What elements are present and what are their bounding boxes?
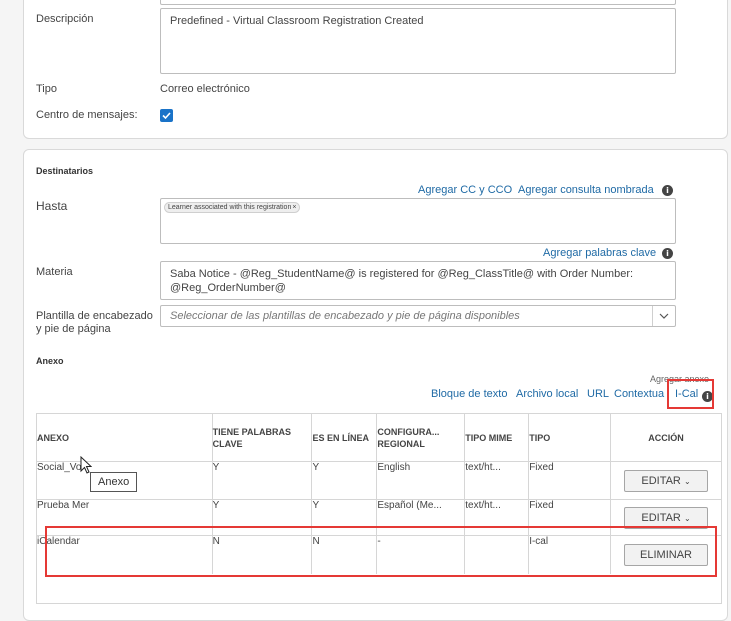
subject-value: Saba Notice - @Reg_StudentName@ is regis…	[170, 268, 634, 294]
info-icon: i	[662, 185, 673, 196]
attachment-link-contextual[interactable]: Contextua	[614, 388, 664, 400]
column-header-regional: CONFIGURA... REGIONAL	[376, 413, 466, 462]
to-label: Hasta	[36, 199, 68, 213]
ical-row-highlight-box	[45, 526, 717, 577]
chevron-down-icon: ⌄	[683, 513, 691, 523]
remove-icon[interactable]: ×	[292, 204, 296, 211]
subject-field[interactable]: Saba Notice - @Reg_StudentName@ is regis…	[160, 261, 676, 300]
attachment-link-url[interactable]: URL	[587, 388, 609, 400]
template-select[interactable]: Seleccionar de las plantillas de encabez…	[160, 305, 676, 327]
template-placeholder: Seleccionar de las plantillas de encabez…	[170, 310, 520, 322]
tipo-label: Tipo	[36, 83, 57, 95]
chevron-down-icon: ⌄	[683, 476, 691, 486]
add-cc-bcc-link[interactable]: Agregar CC y CCO	[418, 184, 512, 196]
add-named-query-link[interactable]: Agregar consulta nombrada	[518, 184, 654, 196]
mouse-pointer-icon	[80, 456, 92, 474]
table-row: Social_Vo Y Y English text/ht... Fixed E…	[36, 461, 722, 500]
description-label: Descripción	[36, 13, 94, 25]
column-header-attachment: ANEXO	[36, 413, 213, 462]
cell-online: Y	[311, 461, 378, 500]
recipient-chip[interactable]: Learner associated with this registratio…	[164, 202, 301, 213]
to-field[interactable]: Learner associated with this registratio…	[160, 198, 676, 244]
column-header-type: TIPO	[528, 413, 612, 462]
column-header-action: ACCIÓN	[610, 413, 722, 462]
subject-label: Materia	[36, 266, 73, 278]
column-header-is-online: ES EN LÍNEA	[311, 413, 378, 462]
edit-button-label: EDITAR	[641, 474, 681, 487]
cell-mime: text/ht...	[464, 461, 530, 500]
attachment-link-local-file[interactable]: Archivo local	[516, 388, 578, 400]
ical-highlight-box	[667, 379, 714, 409]
column-header-mime-type: TIPO MIME	[464, 413, 530, 462]
edit-button[interactable]: EDITAR ⌄	[624, 469, 709, 492]
description-field[interactable]: Predefined - Virtual Classroom Registrat…	[160, 8, 676, 74]
message-center-label: Centro de mensajes:	[36, 109, 138, 121]
attachment-link-text-block[interactable]: Bloque de texto	[431, 388, 507, 400]
tooltip-text: Anexo	[98, 476, 130, 488]
cell-keywords: Y	[211, 461, 313, 500]
attachments-title: Anexo	[36, 356, 64, 366]
info-icon: i	[662, 248, 673, 259]
recipients-title: Destinatarios	[36, 166, 94, 176]
message-center-checkbox[interactable]	[160, 109, 173, 122]
edit-button-label: EDITAR	[641, 511, 681, 524]
cell-regional: English	[376, 461, 466, 500]
cell-type: Fixed	[528, 461, 612, 500]
checkmark-icon	[162, 112, 171, 120]
tipo-value: Correo electrónico	[160, 83, 250, 95]
add-keywords-link[interactable]: Agregar palabras clave	[543, 247, 656, 259]
recipient-chip-label: Learner associated with this registratio…	[168, 204, 292, 211]
table-row-empty	[36, 573, 722, 604]
tooltip: Anexo	[90, 472, 138, 492]
name-field[interactable]	[160, 0, 676, 5]
template-label: Plantilla de encabezado y pie de página	[36, 310, 153, 335]
chevron-down-icon[interactable]	[659, 312, 669, 320]
column-header-has-keywords: TIENE PALABRAS CLAVE	[211, 413, 313, 462]
description-value: Predefined - Virtual Classroom Registrat…	[170, 15, 424, 27]
